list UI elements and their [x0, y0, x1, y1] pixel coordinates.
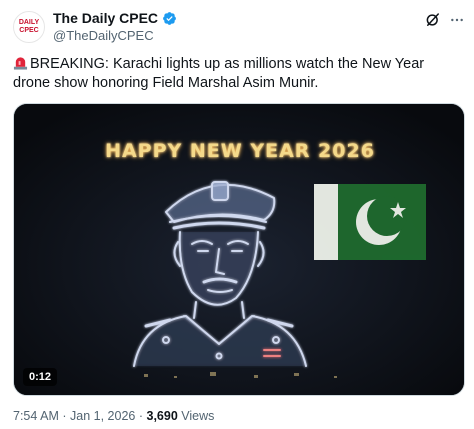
avatar[interactable]: DAILY CPEC: [13, 11, 45, 43]
tweet-card[interactable]: DAILY CPEC The Daily CPEC @TheDailyCPEC …: [0, 0, 474, 429]
tweet-date[interactable]: Jan 1, 2026: [70, 409, 135, 423]
meta-separator: ·: [62, 409, 67, 423]
meta-separator-2: ·: [138, 409, 144, 423]
avatar-text-line-2: CPEC: [19, 27, 39, 34]
views-count[interactable]: 3,690: [147, 409, 178, 423]
avatar-text-line-1: DAILY: [18, 19, 40, 26]
views-label: Views: [181, 409, 215, 423]
drone-text-overlay: HAPPY NEW YEAR 2026: [105, 140, 375, 162]
siren-emoji-icon: [13, 57, 28, 70]
video-duration-badge: 0:12: [23, 368, 58, 386]
tweet-time[interactable]: 7:54 AM: [13, 409, 59, 423]
tweet-text: BREAKING: Karachi lights up as millions …: [13, 56, 425, 91]
pakistan-flag: [314, 184, 426, 260]
name-row: The Daily CPEC: [53, 10, 177, 26]
grok-icon[interactable]: [424, 11, 442, 29]
more-icon[interactable]: [449, 12, 465, 28]
tweet-text-container: BREAKING: Karachi lights up as millions …: [13, 55, 463, 93]
tweet-metadata: 7:54 AM · Jan 1, 2026 · 3,690 Views: [13, 409, 214, 423]
video-player[interactable]: HAPPY NEW YEAR 2026: [13, 103, 465, 396]
display-name[interactable]: The Daily CPEC: [53, 10, 158, 26]
handle[interactable]: @TheDailyCPEC: [53, 28, 154, 43]
verified-badge-icon: [163, 11, 176, 25]
